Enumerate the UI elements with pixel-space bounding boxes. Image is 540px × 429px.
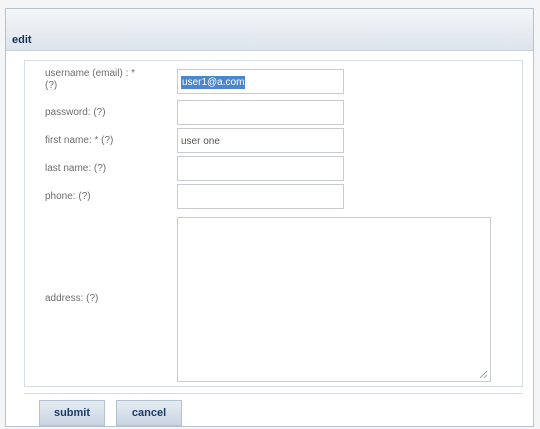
submit-button[interactable]: submit: [39, 400, 105, 426]
first-name-label: first name: * (?): [45, 135, 114, 146]
username-label: username (email) : * (?): [45, 68, 136, 91]
dialog-footer: submit cancel: [24, 393, 523, 429]
password-input[interactable]: [177, 100, 344, 125]
username-value: user1@a.com: [181, 76, 246, 89]
address-label: address: (?): [45, 293, 99, 304]
username-input[interactable]: user1@a.com: [177, 69, 344, 94]
address-textarea[interactable]: [177, 217, 491, 382]
resize-grip-icon[interactable]: [479, 370, 488, 379]
dialog-titlebar[interactable]: edit: [6, 9, 533, 51]
first-name-input[interactable]: user one: [177, 128, 344, 153]
edit-dialog: edit username (email) : * (?) user1@a.co…: [5, 8, 534, 427]
phone-label: phone: (?): [45, 191, 91, 202]
dialog-title: edit: [12, 34, 32, 46]
cancel-button[interactable]: cancel: [116, 400, 182, 426]
phone-input[interactable]: [177, 184, 344, 209]
edit-form: username (email) : * (?) user1@a.com pas…: [24, 60, 523, 387]
password-label: password: (?): [45, 107, 106, 118]
last-name-label: last name: (?): [45, 163, 107, 174]
last-name-input[interactable]: [177, 156, 344, 181]
